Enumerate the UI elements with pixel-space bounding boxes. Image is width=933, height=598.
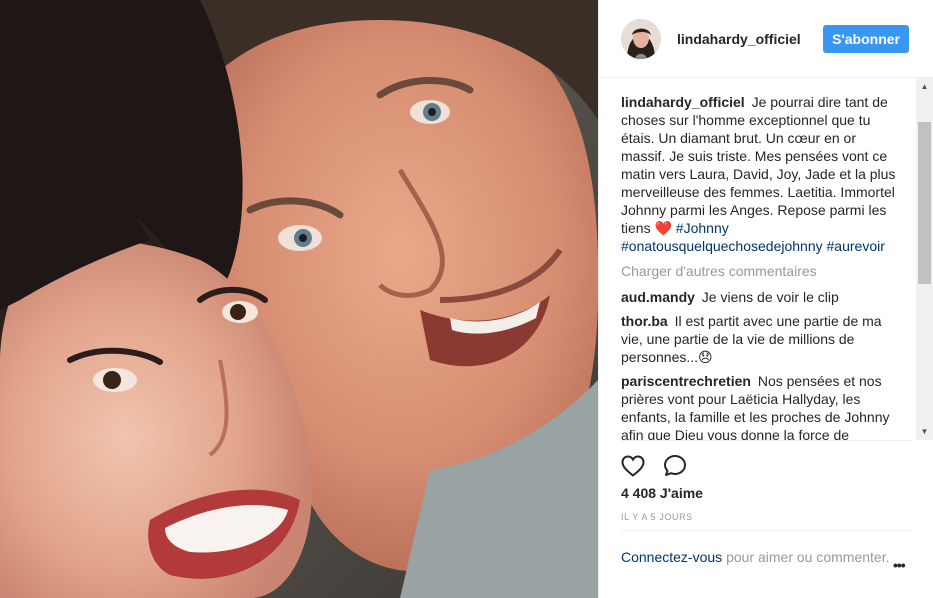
login-prompt: Connectez-vous pour aimer ou commenter. … [621,530,911,575]
hashtag-aurevoir[interactable]: #aurevoir [827,238,885,254]
comments-scrollbar[interactable]: ▲ ▼ [916,78,933,440]
instagram-post: lindahardy_officiel S'abonner lindahardy… [0,0,933,598]
comments-list[interactable]: lindahardy_officiel Je pourrai dire tant… [599,78,911,440]
comment-item: pariscentrechretien Nos pensées et nos p… [621,372,901,440]
comment-item: aud.mandy Je viens de voir le clip [621,288,901,306]
follow-button[interactable]: S'abonner [823,24,909,53]
post-actions [621,440,911,490]
username[interactable]: lindahardy_officiel [677,31,823,47]
post-side-panel: lindahardy_officiel S'abonner lindahardy… [598,0,933,598]
post-timestamp[interactable]: IL Y A 5 JOURS [621,512,693,522]
hashtag-johnny[interactable]: #Johnny [676,220,729,236]
avatar-image [621,18,661,59]
caption-text: Je pourrai dire tant de choses sur l'hom… [621,94,896,236]
likes-count[interactable]: 4 408 J'aime [621,485,703,501]
load-more-comments-link[interactable]: Charger d'autres commentaires [621,262,901,280]
caption: lindahardy_officiel Je pourrai dire tant… [621,93,901,255]
caption-author[interactable]: lindahardy_officiel [621,94,745,110]
comment-author[interactable]: aud.mandy [621,289,695,305]
comment-author[interactable]: thor.ba [621,313,668,329]
comment-item: thor.ba Il est partit avec une partie de… [621,312,901,366]
scroll-down-arrow-icon[interactable]: ▼ [916,423,933,440]
more-options-icon[interactable]: ••• [893,557,911,575]
avatar[interactable] [621,18,661,59]
comment-author[interactable]: pariscentrechretien [621,373,751,389]
hashtag-onatous[interactable]: #onatousquelquechosedejohnny [621,238,823,254]
speech-bubble-icon[interactable] [663,454,687,478]
scroll-up-arrow-icon[interactable]: ▲ [916,78,933,95]
couple-photo-illustration [0,0,598,598]
login-link[interactable]: Connectez-vous [621,549,722,565]
scrollbar-thumb[interactable] [918,122,931,284]
heart-emoji: ❤️ [654,220,672,236]
post-header: lindahardy_officiel S'abonner [599,0,933,78]
heart-outline-icon[interactable] [621,454,645,478]
comment-text: Je viens de voir le clip [701,289,839,305]
post-photo[interactable] [0,0,598,598]
login-prompt-text: Connectez-vous pour aimer ou commenter. [621,548,893,575]
login-prompt-rest: pour aimer ou commenter. [726,549,890,565]
